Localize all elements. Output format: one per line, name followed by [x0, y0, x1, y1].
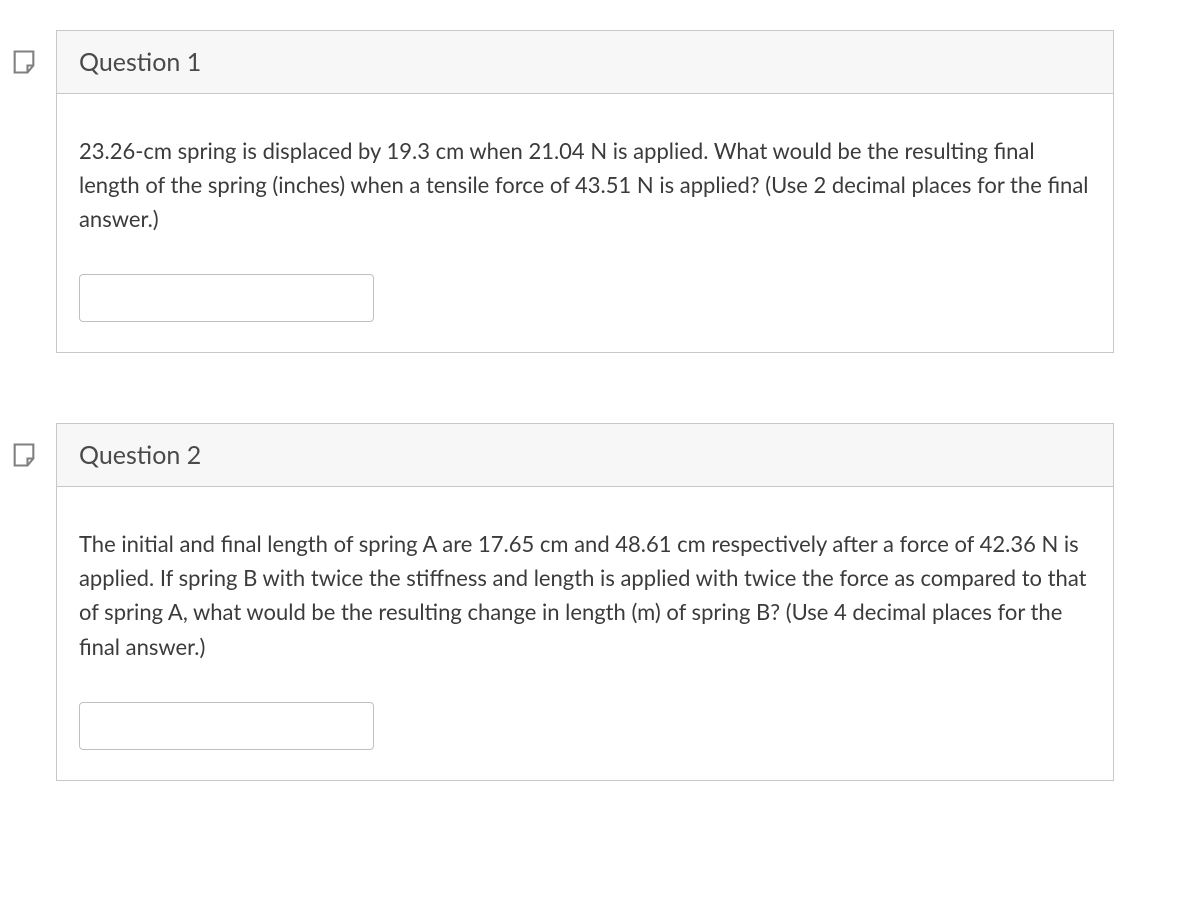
- sticky-note-icon: [10, 48, 38, 76]
- question-header: Question 1: [57, 31, 1113, 94]
- question-card: Question 1 23.26-cm spring is displaced …: [56, 30, 1114, 353]
- question-header: Question 2: [57, 424, 1113, 487]
- answer-input[interactable]: [79, 702, 374, 750]
- question-title: Question 1: [79, 47, 201, 77]
- question-text: The initial and final length of spring A…: [79, 527, 1091, 663]
- question-block-2: Question 2 The initial and final length …: [10, 423, 1200, 780]
- question-card: Question 2 The initial and final length …: [56, 423, 1114, 780]
- answer-input[interactable]: [79, 274, 374, 322]
- question-title: Question 2: [79, 440, 201, 470]
- question-text: 23.26-cm spring is displaced by 19.3 cm …: [79, 134, 1091, 236]
- sticky-note-icon: [10, 441, 38, 469]
- question-body: 23.26-cm spring is displaced by 19.3 cm …: [57, 94, 1113, 352]
- question-block-1: Question 1 23.26-cm spring is displaced …: [10, 30, 1200, 353]
- question-body: The initial and final length of spring A…: [57, 487, 1113, 779]
